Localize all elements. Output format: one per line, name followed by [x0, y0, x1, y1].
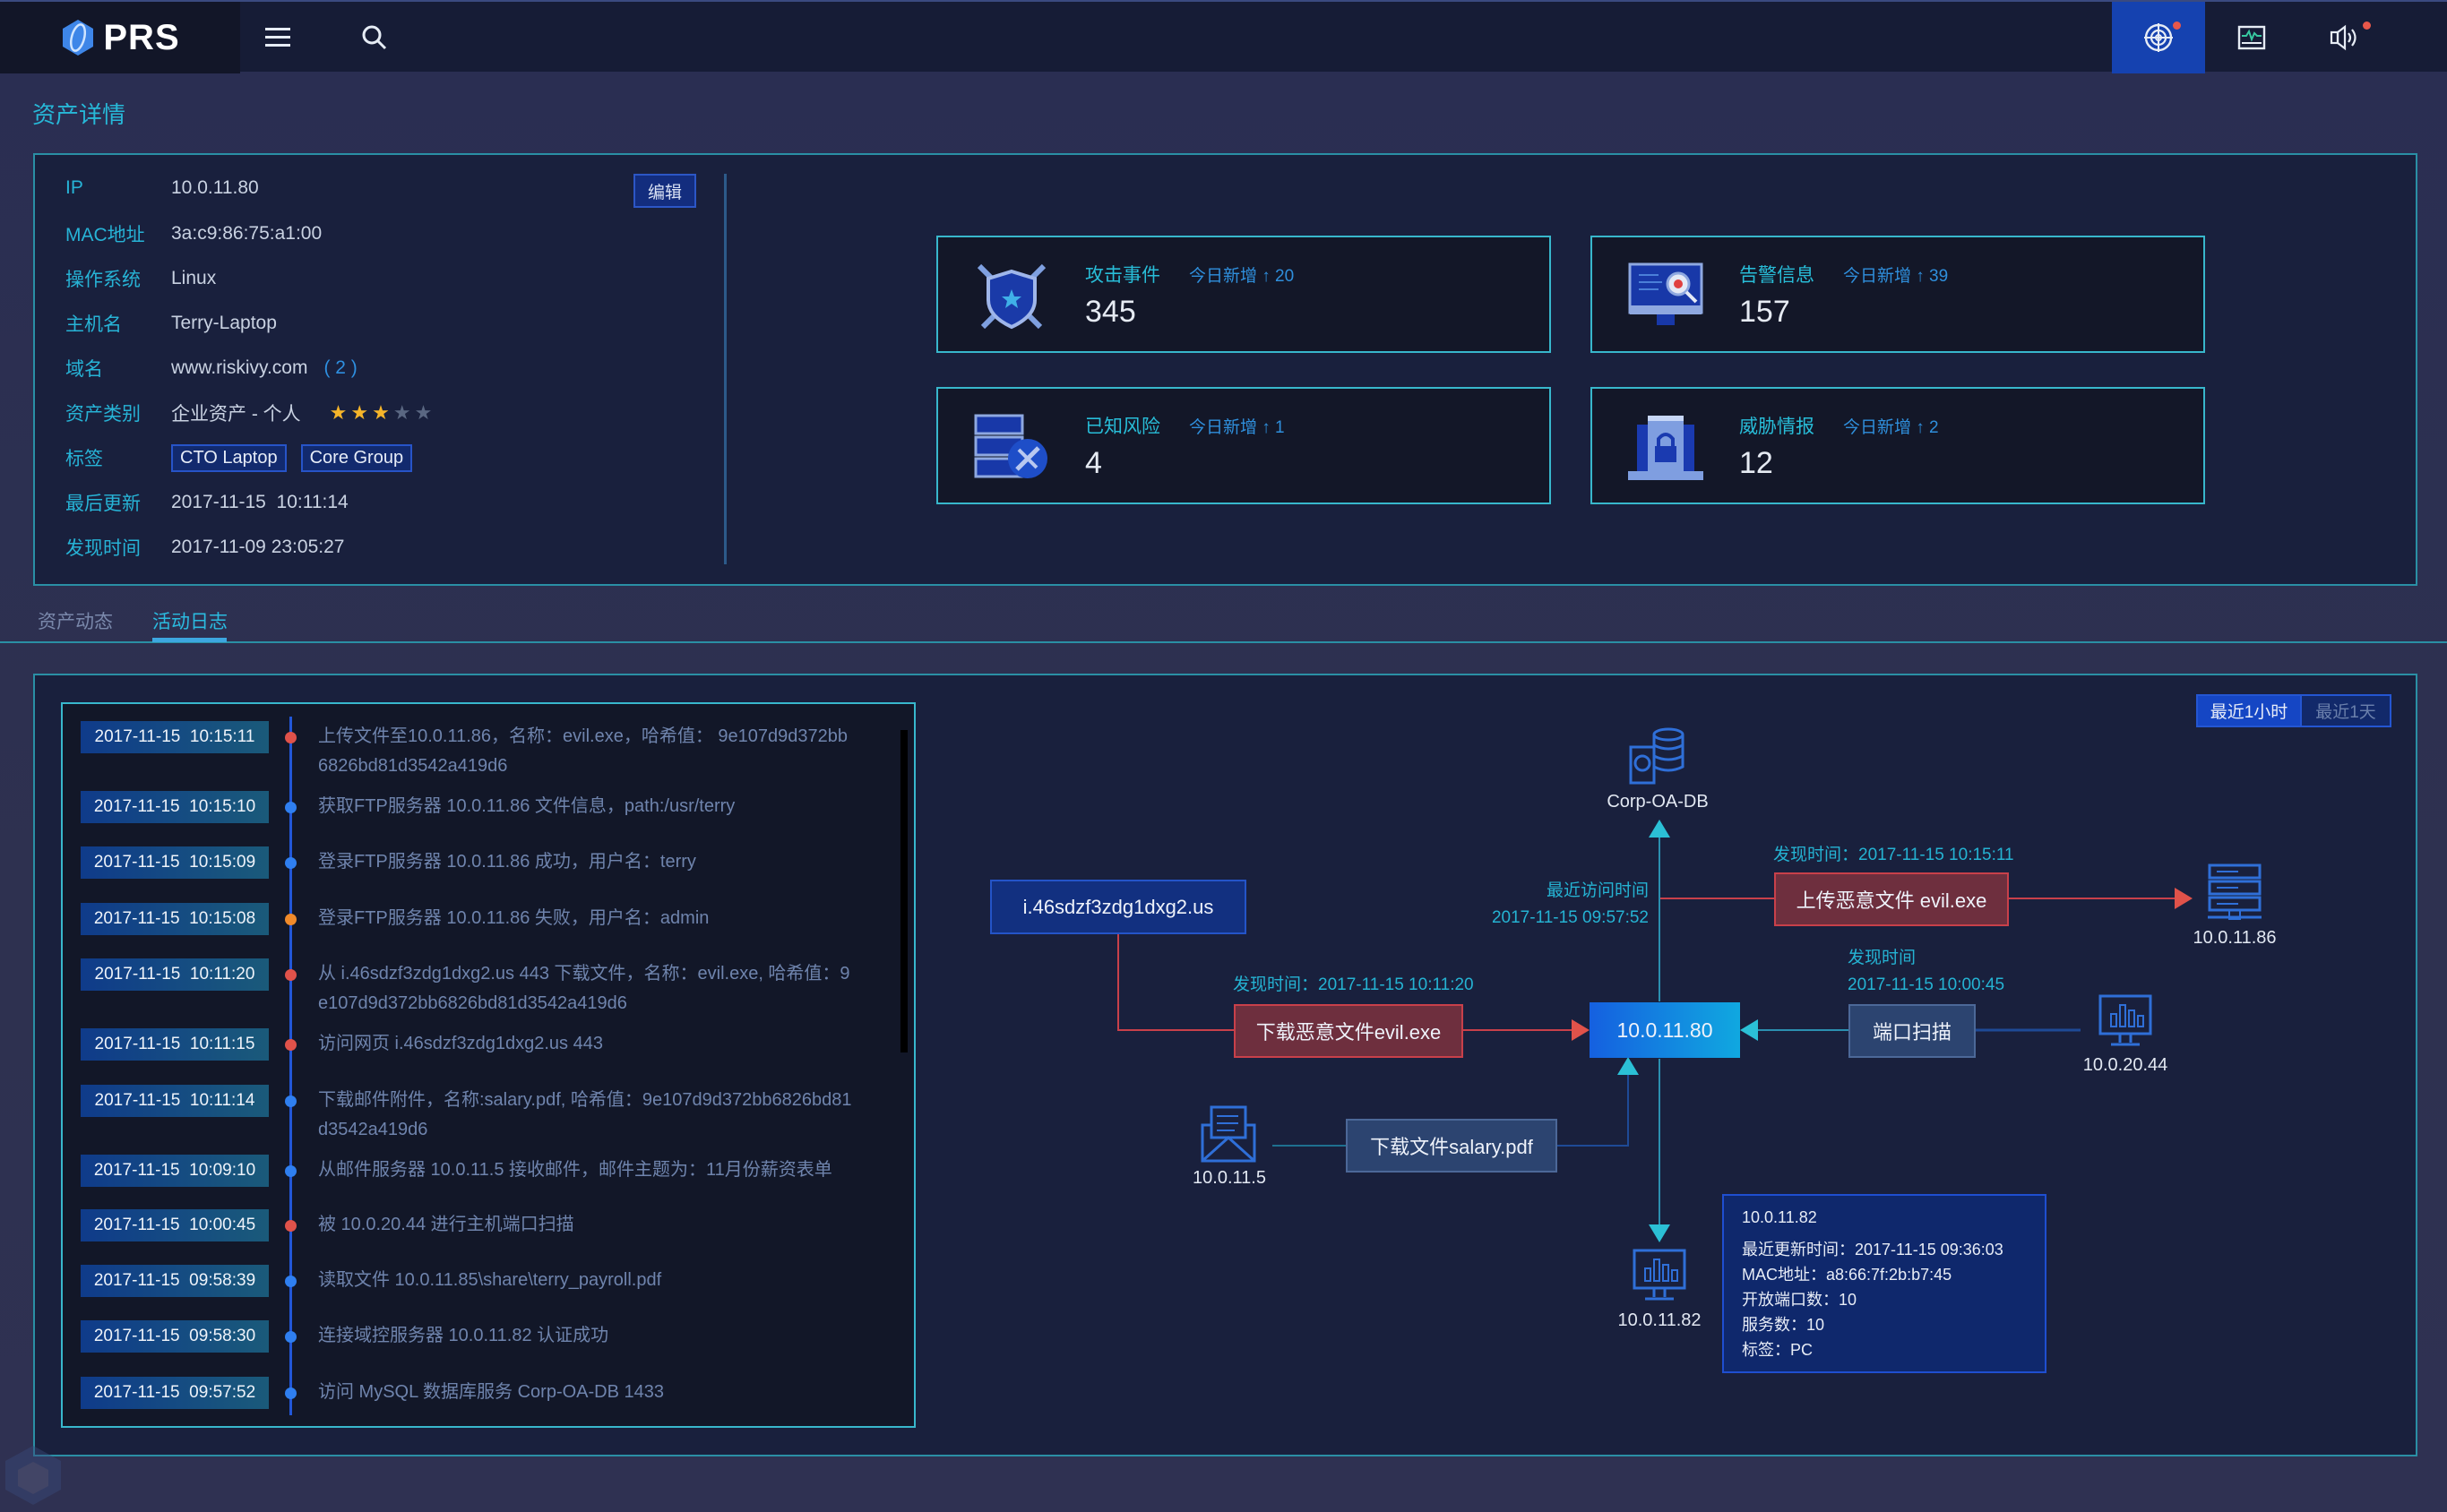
- mail-icon: [1201, 1105, 1256, 1163]
- server-icon: [2208, 863, 2262, 920]
- action-port-scan[interactable]: 端口扫描: [1848, 1004, 1976, 1058]
- relationship-graph-edges: [1117, 820, 2193, 1242]
- scan-note: 发现时间 2017-11-15 10:00:45: [1848, 945, 2004, 999]
- edge-center-upload: [1659, 898, 1774, 1001]
- scan-note-label: 发现时间: [1848, 949, 1917, 967]
- database-icon: [1629, 727, 1684, 785]
- node-tooltip: 10.0.11.82 最近更新时间：2017-11-15 09:36:03 MA…: [1722, 1194, 2046, 1373]
- node-center-asset[interactable]: 10.0.11.80: [1590, 1002, 1740, 1058]
- domain-controller-icon: [1633, 1249, 1686, 1301]
- upload-note: 发现时间：2017-11-15 10:15:11: [1773, 846, 2014, 864]
- tooltip-line: 最近更新时间：2017-11-15 09:36:03: [1742, 1241, 2003, 1259]
- download-note: 发现时间：2017-11-15 10:11:20: [1233, 975, 1474, 994]
- edge-pdf-center: [1557, 1057, 1639, 1147]
- tooltip-line: 开放端口数：10: [1742, 1291, 1857, 1309]
- node-malicious-domain[interactable]: i.46sdzf3zdg1dxg2.us: [990, 880, 1246, 934]
- action-download-pdf[interactable]: 下载文件salary.pdf: [1346, 1119, 1557, 1173]
- db-note-label: 最近访问时间: [1546, 881, 1649, 900]
- node-dc-label[interactable]: 10.0.11.82: [1597, 1310, 1722, 1331]
- action-upload-evil[interactable]: 上传恶意文件 evil.exe: [1774, 872, 2009, 926]
- host-monitor-icon: [2098, 994, 2152, 1046]
- node-upload-target-label[interactable]: 10.0.11.86: [2172, 928, 2297, 949]
- db-access-note: 最近访问时间 2017-11-15 09:57:52: [1469, 878, 1649, 932]
- tooltip-line: MAC地址：a8:66:7f:2b:b7:45: [1742, 1266, 1952, 1284]
- node-db-label[interactable]: Corp-OA-DB: [1586, 792, 1729, 812]
- scan-note-time: 2017-11-15 10:00:45: [1848, 975, 2005, 994]
- tooltip-line: 服务数：10: [1742, 1316, 1825, 1334]
- node-mail-label[interactable]: 10.0.11.5: [1167, 1168, 1292, 1189]
- tooltip-title: 10.0.11.82: [1742, 1208, 1817, 1226]
- db-note-time: 2017-11-15 09:57:52: [1491, 908, 1649, 927]
- action-download-evil[interactable]: 下载恶意文件evil.exe: [1234, 1004, 1463, 1058]
- edge-domain-download: [1117, 934, 1234, 1031]
- node-scan-source-label[interactable]: 10.0.20.44: [2063, 1055, 2188, 1076]
- watermark-cube-icon: [5, 1446, 61, 1505]
- tooltip-line: 标签：PC: [1742, 1341, 1814, 1359]
